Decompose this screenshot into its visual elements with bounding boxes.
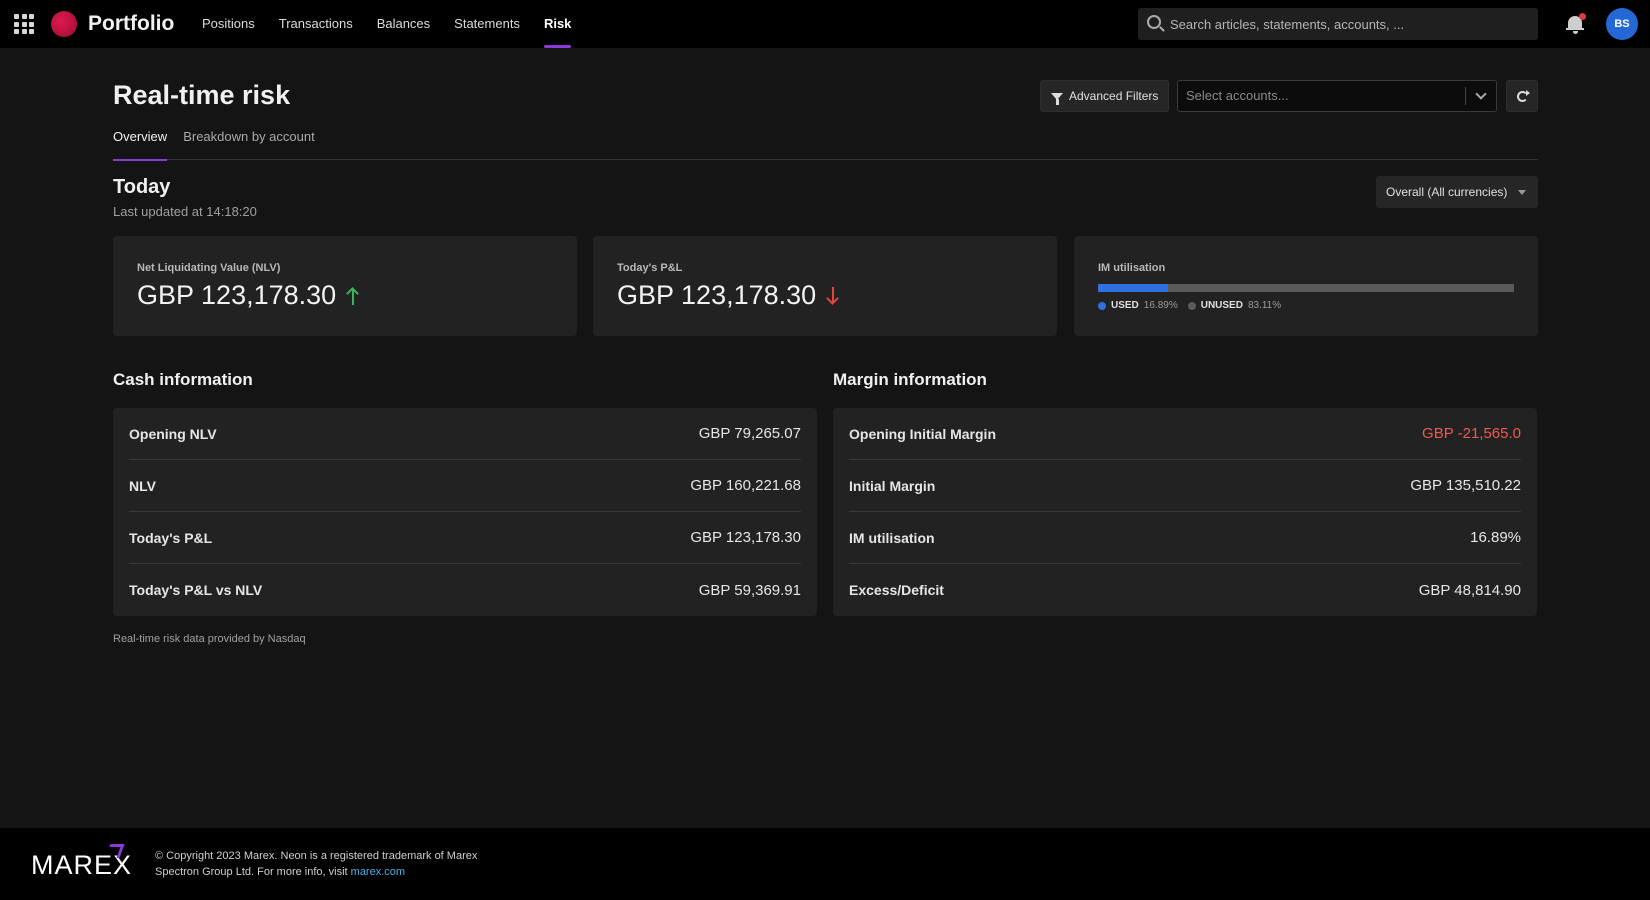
pnl-value: GBP 123,178.30 (617, 280, 817, 310)
table-row: Today's P&L vs NLV GBP 59,369.91 (129, 564, 801, 616)
last-updated-time: 14:18:20 (206, 204, 257, 219)
unused-dot-icon (1187, 301, 1196, 310)
im-utilisation-label: IM utilisation (1098, 262, 1166, 274)
margin-information-panel: Opening Initial Margin GBP -21,565.0 Ini… (833, 408, 1537, 616)
arrow-up-icon (346, 287, 360, 305)
pnl-value-row: GBP 123,178.30 (617, 280, 840, 311)
row-label: Initial Margin (849, 477, 936, 494)
row-value: GBP 135,510.22 (1410, 477, 1521, 494)
tab-bar: Overview Breakdown by account (113, 129, 1538, 161)
row-label: NLV (129, 477, 156, 494)
caret-down-icon (1518, 190, 1526, 195)
pnl-card: Today's P&L GBP 123,178.30 (593, 236, 1057, 336)
copyright-text: © Copyright 2023 Marex. Neon is a regist… (155, 848, 535, 880)
used-dot-icon (1098, 301, 1106, 310)
nlv-value-row: GBP 123,178.30 (137, 280, 360, 311)
advanced-filters-label: Advanced Filters (1069, 89, 1159, 103)
im-legend: USED 16.89% UNUSED 83.11% (1098, 300, 1291, 311)
row-label: IM utilisation (849, 529, 935, 546)
row-label: Today's P&L vs NLV (129, 582, 263, 598)
currency-select-value: Overall (All currencies) (1386, 185, 1508, 199)
search-input[interactable] (1170, 8, 1530, 40)
avatar[interactable]: BS (1606, 8, 1638, 40)
table-row: Today's P&L GBP 123,178.30 (129, 512, 801, 564)
table-row: Excess/Deficit GBP 48,814.90 (849, 564, 1521, 616)
table-row: Opening NLV GBP 79,265.07 (129, 408, 801, 460)
im-utilisation-bar (1098, 284, 1514, 292)
portfolio-logo-icon (51, 11, 77, 37)
row-value: GBP 160,221.68 (690, 477, 801, 494)
app-grid-icon[interactable] (14, 14, 34, 34)
last-updated: Last updated at 14:18:20 (113, 204, 257, 219)
pnl-label: Today's P&L (617, 262, 683, 274)
copyright-line-2: Spectron Group Ltd. For more info, visit (155, 866, 348, 878)
currency-select[interactable]: Overall (All currencies) (1376, 176, 1538, 208)
notification-badge (1579, 13, 1586, 20)
used-value: 16.89% (1143, 300, 1178, 311)
copyright-line-1: © Copyright 2023 Marex. Neon is a regist… (155, 850, 478, 862)
account-select-placeholder: Select accounts... (1186, 88, 1289, 103)
cash-information-panel: Opening NLV GBP 79,265.07 NLV GBP 160,22… (113, 408, 817, 616)
nlv-value: GBP 123,178.30 (137, 280, 337, 310)
cash-information-title: Cash information (113, 370, 253, 389)
row-value: GBP 79,265.07 (698, 425, 801, 442)
row-value: GBP 123,178.30 (690, 529, 801, 546)
row-value: 16.89% (1470, 529, 1521, 546)
tab-overview[interactable]: Overview (113, 129, 168, 161)
table-row: NLV GBP 160,221.68 (129, 460, 801, 512)
tab-breakdown-by-account[interactable]: Breakdown by account (183, 129, 315, 160)
row-label: Opening NLV (129, 425, 217, 442)
table-row: IM utilisation 16.89% (849, 512, 1521, 564)
row-value: GBP -21,565.0 (1422, 425, 1521, 442)
row-label: Today's P&L (129, 529, 213, 546)
top-bar: Portfolio Positions Transactions Balance… (0, 0, 1650, 48)
filter-icon (1051, 92, 1063, 105)
main-nav: Positions Transactions Balances Statemen… (190, 0, 583, 48)
search-icon (1147, 15, 1161, 29)
chevron-down-icon[interactable] (1475, 88, 1487, 100)
im-utilisation-card: IM utilisation USED 16.89% UNUSED 83.11% (1074, 236, 1538, 336)
advanced-filters-button[interactable]: Advanced Filters (1040, 80, 1169, 112)
nav-statements[interactable]: Statements (442, 0, 532, 48)
im-utilisation-fill (1098, 284, 1169, 292)
row-label: Excess/Deficit (849, 582, 944, 598)
last-updated-prefix: Last updated at (113, 204, 203, 219)
row-label: Opening Initial Margin (849, 425, 996, 442)
refresh-button[interactable] (1506, 80, 1538, 112)
data-source-note: Real-time risk data provided by Nasdaq (113, 633, 306, 645)
search-box[interactable] (1138, 8, 1538, 40)
table-row: Opening Initial Margin GBP -21,565.0 (849, 408, 1521, 460)
nav-risk[interactable]: Risk (532, 0, 583, 48)
notification-bell-icon[interactable] (1565, 13, 1586, 35)
table-row: Initial Margin GBP 135,510.22 (849, 460, 1521, 512)
marex-link[interactable]: marex.com (351, 866, 405, 878)
select-divider (1465, 87, 1466, 105)
row-value: GBP 48,814.90 (1418, 581, 1521, 599)
arrow-down-icon (826, 287, 840, 305)
margin-information-title: Margin information (833, 370, 987, 389)
nav-transactions[interactable]: Transactions (267, 0, 365, 48)
used-label: USED (1111, 300, 1139, 311)
page-title: Real-time risk (113, 80, 291, 110)
brand-title: Portfolio (88, 12, 175, 35)
row-value: GBP 59,369.91 (698, 581, 801, 599)
unused-value: 83.11% (1247, 300, 1282, 311)
nlv-card: Net Liquidating Value (NLV) GBP 123,178.… (113, 236, 577, 336)
footer: MAREX © Copyright 2023 Marex. Neon is a … (0, 828, 1650, 900)
refresh-icon (1517, 90, 1530, 102)
nav-positions[interactable]: Positions (190, 0, 267, 48)
section-heading-today: Today (113, 176, 171, 198)
nlv-label: Net Liquidating Value (NLV) (137, 262, 281, 274)
unused-label: UNUSED (1200, 300, 1243, 311)
account-select[interactable]: Select accounts... (1177, 80, 1497, 112)
nav-balances[interactable]: Balances (365, 0, 442, 48)
